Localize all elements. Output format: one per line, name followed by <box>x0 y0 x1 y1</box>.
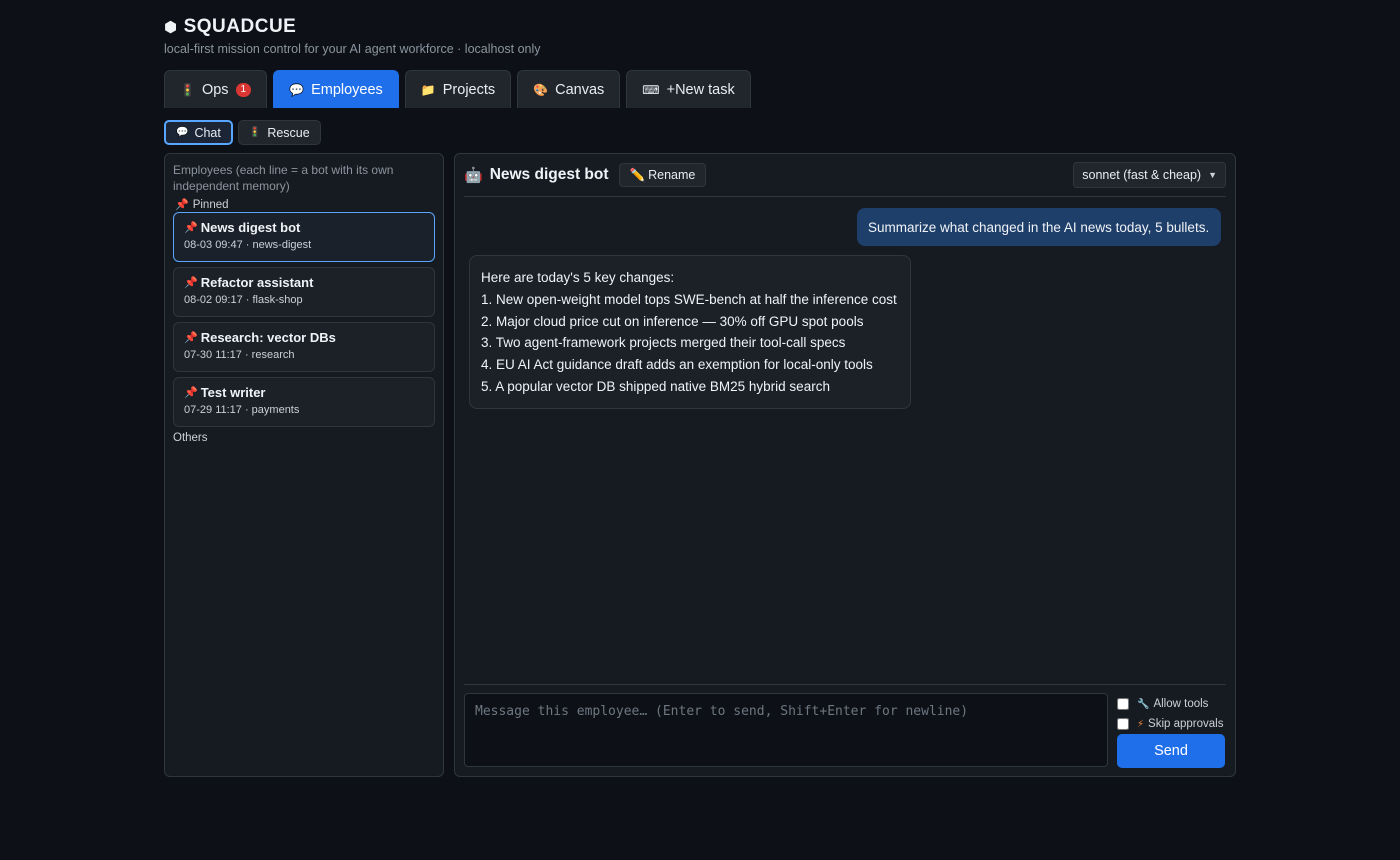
employees-sidebar: Employees (each line = a bot with its ow… <box>164 153 444 777</box>
pinned-section-label: 📌 Pinned <box>175 198 435 212</box>
pin-icon: 📌 <box>184 332 198 344</box>
traffic-light-icon: 🚦 <box>248 127 262 138</box>
plus-icon: + <box>666 81 676 98</box>
employee-name: Refactor assistant <box>200 275 314 290</box>
employee-name-row: 📌 News digest bot <box>184 220 424 235</box>
bot-message-line: 2. Major cloud price cut on inference — … <box>481 313 864 329</box>
brand: ⬢ SQUADCUE <box>164 16 296 38</box>
tab-label: New task <box>675 81 735 98</box>
employee-item-research-vector-dbs[interactable]: 📌 Research: vector DBs 07-30 11:17 · res… <box>173 322 435 372</box>
user-message: Summarize what changed in the AI news to… <box>857 208 1221 246</box>
pencil-icon: ✏️ <box>629 167 646 182</box>
employee-item-test-writer[interactable]: 📌 Test writer 07-29 11:17 · payments <box>173 377 435 427</box>
tab-ops[interactable]: 🚦 Ops 1 <box>164 70 268 108</box>
employee-meta: 08-02 09:17 · flask-shop <box>184 294 303 306</box>
sidebar-description: Employees (each line = a bot with its ow… <box>173 163 394 193</box>
tab-projects[interactable]: 📁 Projects <box>404 70 512 108</box>
palette-icon: 🎨 <box>533 82 549 97</box>
pin-icon: 📌 <box>184 222 198 234</box>
tab-label: Projects <box>442 81 496 98</box>
sub-tabs: 💬 Chat 🚦 Rescue <box>164 120 321 145</box>
pin-icon: 📌 <box>175 199 189 211</box>
keyboard-icon: ⌨ <box>642 82 660 97</box>
traffic-light-icon: 🚦 <box>180 82 195 97</box>
message-input[interactable] <box>464 693 1108 767</box>
employee-name-row: 📌 Refactor assistant <box>184 275 424 290</box>
subtab-label: Chat <box>194 125 221 140</box>
chevron-down-icon: ▼ <box>1208 170 1217 180</box>
employee-meta: 07-29 11:17 · payments <box>184 404 300 416</box>
bot-message-line: 3. Two agent-framework projects merged t… <box>481 335 846 351</box>
employee-meta: 08-03 09:47 · news-digest <box>184 239 312 251</box>
chat-header: 🤖 News digest bot ✏️ Rename sonnet (fast… <box>464 154 1226 197</box>
others-section-label: Others <box>173 432 208 444</box>
app-tagline: local-first mission control for your AI … <box>164 42 541 56</box>
robot-icon: 🤖 <box>464 167 483 184</box>
tab-label: Canvas <box>555 81 605 98</box>
chat-title: News digest bot <box>489 166 609 183</box>
skip-approvals-option: ⚡ Skip approvals <box>1117 714 1227 734</box>
ops-count-badge: 1 <box>235 82 252 97</box>
send-button[interactable]: Send <box>1117 734 1225 768</box>
tab-new-task[interactable]: ⌨ + New task <box>626 70 751 108</box>
pinned-label: Pinned <box>192 198 229 211</box>
subtab-chat[interactable]: 💬 Chat <box>164 120 233 145</box>
bot-message: Here are today's 5 key changes: 1. New o… <box>469 255 911 409</box>
speech-bubble-icon: 💬 <box>176 127 189 138</box>
chat-panel: 🤖 News digest bot ✏️ Rename sonnet (fast… <box>454 153 1236 777</box>
bot-message-line: 1. New open-weight model tops SWE-bench … <box>481 291 897 307</box>
employee-name-row: 📌 Test writer <box>184 385 424 400</box>
tab-label: Ops <box>201 81 229 98</box>
composer-options: 🔧 Allow tools ⚡ Skip approvals <box>1117 694 1227 734</box>
pin-icon: 📌 <box>184 277 198 289</box>
allow-tools-option: 🔧 Allow tools <box>1117 694 1227 714</box>
skip-approvals-label: Skip approvals <box>1148 718 1224 730</box>
employee-list: 📌 News digest bot 08-03 09:47 · news-dig… <box>173 212 435 427</box>
model-select[interactable]: sonnet (fast & cheap) ▼ <box>1073 162 1226 188</box>
main-tabs: 🚦 Ops 1 💬 Employees 📁 Projects 🎨 Canvas … <box>164 70 751 108</box>
bot-message-line: Here are today's 5 key changes: <box>481 270 675 285</box>
composer: 🔧 Allow tools ⚡ Skip approvals Send <box>464 684 1226 770</box>
hexagon-icon: ⬢ <box>164 19 178 36</box>
tab-employees[interactable]: 💬 Employees <box>273 70 399 108</box>
app-title: SQUADCUE <box>183 16 297 37</box>
rename-button[interactable]: ✏️ Rename <box>618 163 707 187</box>
employee-meta: 07-30 11:17 · research <box>184 349 295 361</box>
pin-icon: 📌 <box>184 387 198 399</box>
bot-message-line: 5. A popular vector DB shipped native BM… <box>481 378 830 394</box>
employee-name: News digest bot <box>200 220 301 235</box>
employee-item-news-digest-bot[interactable]: 📌 News digest bot 08-03 09:47 · news-dig… <box>173 212 435 262</box>
speech-bubble-icon: 💬 <box>289 82 305 97</box>
rename-label: Rename <box>648 168 696 182</box>
folder-icon: 📁 <box>420 82 436 97</box>
tab-label: Employees <box>311 81 383 98</box>
subtab-rescue[interactable]: 🚦 Rescue <box>237 120 321 145</box>
bot-message-line: 4. EU AI Act guidance draft adds an exem… <box>481 357 873 373</box>
employee-name: Research: vector DBs <box>200 330 336 345</box>
wrench-icon: 🔧 <box>1137 698 1150 710</box>
employee-name-row: 📌 Research: vector DBs <box>184 330 424 345</box>
subtab-label: Rescue <box>267 125 310 140</box>
tab-canvas[interactable]: 🎨 Canvas <box>517 70 621 108</box>
lightning-icon: ⚡ <box>1137 718 1145 730</box>
employee-item-refactor-assistant[interactable]: 📌 Refactor assistant 08-02 09:17 · flask… <box>173 267 435 317</box>
employee-name: Test writer <box>200 385 266 400</box>
allow-tools-checkbox[interactable] <box>1117 698 1129 710</box>
skip-approvals-checkbox[interactable] <box>1117 718 1129 730</box>
model-selected-value: sonnet (fast & cheap) <box>1082 168 1202 182</box>
allow-tools-label: Allow tools <box>1153 698 1209 710</box>
